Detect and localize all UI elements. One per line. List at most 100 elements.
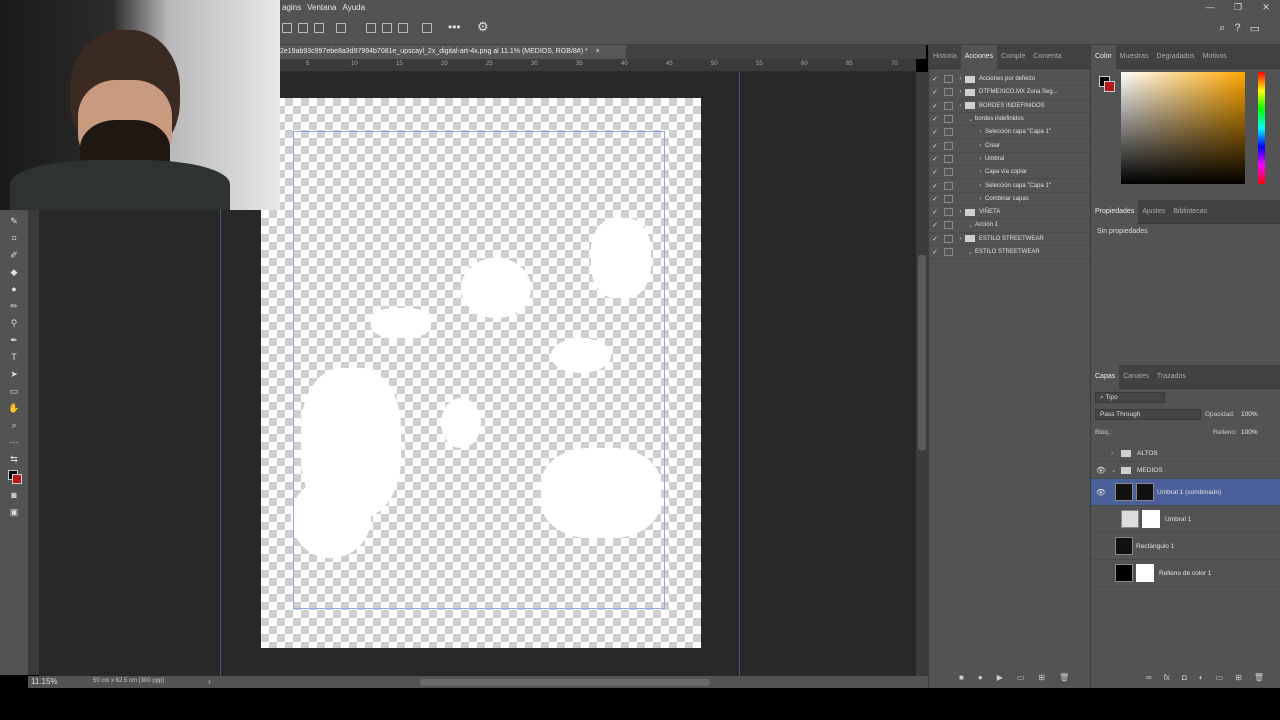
expand-arrow-icon[interactable]: › [956,89,965,95]
menu-ventana[interactable]: Ventana [307,3,336,12]
brush-tool-icon[interactable]: ✏ [8,300,20,312]
layer-name[interactable]: Umbral 1 (combinado) [1157,489,1221,496]
tab-motivos[interactable]: Motivos [1199,45,1231,69]
color-swatch[interactable] [1099,76,1115,92]
align-bottom-icon[interactable] [398,23,408,33]
layer-row[interactable]: Relleno de color 1 [1091,560,1280,587]
help-icon[interactable]: ? [1234,22,1240,35]
tab-comple[interactable]: Comple [997,45,1029,69]
screen-mode-icon[interactable]: ▣ [8,506,20,518]
fill-input[interactable]: 100% [1241,429,1258,436]
eyedropper-tool-icon[interactable]: ✐ [8,249,20,261]
tab-trazados[interactable]: Trazados [1153,365,1190,389]
layer-filter-select[interactable]: ⌕ Tipo [1095,392,1165,403]
check-icon[interactable]: ✓ [929,142,941,150]
mask-icon[interactable]: ◘ [1182,673,1187,682]
action-row[interactable]: ✓ › Acciones por defecto [929,73,1090,87]
blend-mode-select[interactable]: Pass Through [1095,409,1201,420]
dialog-toggle-icon[interactable] [944,208,953,217]
restore-button[interactable]: ❐ [1224,0,1252,15]
visibility-eye-icon[interactable]: 👁 [1091,466,1111,475]
tab-color[interactable]: Color [1091,44,1116,69]
zoom-level[interactable]: 11.15% [31,677,58,686]
minimize-button[interactable]: — [1196,0,1224,15]
layer-row[interactable]: Rectángulo 1 [1091,533,1280,560]
align-left-icon[interactable] [282,23,292,33]
action-row[interactable]: ✓ › ESTILO STREETWEAR [929,233,1090,246]
layer-row[interactable]: 👁 Umbral 1 (combinado) [1091,479,1280,506]
fx-icon[interactable]: fx [1164,673,1170,682]
dialog-toggle-icon[interactable] [944,154,953,163]
gear-icon[interactable]: ⚙ [477,19,489,35]
vertical-scroll-thumb[interactable] [918,255,926,450]
expand-arrow-icon[interactable]: › [976,156,985,162]
trash-icon[interactable]: 🗑 [1059,673,1069,682]
more-tools-icon[interactable]: ⋯ [8,436,20,448]
zoom-tool-icon[interactable]: ⌕ [8,419,20,431]
path-select-tool-icon[interactable]: ➤ [8,368,20,380]
workspace-icon[interactable]: ▭ [1250,22,1260,35]
dialog-toggle-icon[interactable] [944,181,953,190]
fill-thumbnail[interactable] [1115,564,1133,582]
expand-arrow-icon[interactable]: › [976,183,985,189]
dialog-toggle-icon[interactable] [944,194,953,203]
dialog-toggle-icon[interactable] [944,75,953,84]
tab-ajustes[interactable]: Ajustes [1138,200,1169,224]
group-icon[interactable]: ▭ [1216,673,1224,682]
type-tool-icon[interactable]: T [8,351,20,363]
tab-muestras[interactable]: Muestras [1116,45,1153,69]
new-action-icon[interactable]: ⊞ [1038,673,1045,682]
tab-historia[interactable]: Historia [929,45,961,69]
layer-name[interactable]: Relleno de color 1 [1159,570,1211,577]
search-icon[interactable]: ⌕ [1219,22,1225,35]
align-middle-icon[interactable] [382,23,392,33]
quick-mask-icon[interactable]: ◙ [8,489,20,501]
pen-tool-icon[interactable]: ✒ [8,334,20,346]
hand-tool-icon[interactable]: ✋ [8,402,20,414]
quick-select-tool-icon[interactable]: ✎ [8,215,20,227]
adjustment-icon[interactable]: ◐ [1199,673,1204,682]
tab-bibliotecas[interactable]: Bibliotecas [1169,200,1211,224]
action-row[interactable]: ✓ › Umbral [929,153,1090,167]
stop-icon[interactable]: ■ [959,673,964,682]
expand-arrow-icon[interactable]: › [976,143,985,149]
expand-arrow-icon[interactable]: › [956,76,965,82]
status-chevron-icon[interactable]: › [208,677,211,686]
layer-row[interactable]: › ALTOS [1091,445,1280,462]
more-options-icon[interactable]: ••• [448,20,461,34]
tab-acciones[interactable]: Acciones [960,44,998,69]
action-row[interactable]: ✓ ⌄ Acción 1 [929,219,1090,233]
mask-thumbnail[interactable] [1142,510,1160,528]
check-icon[interactable]: ✓ [929,115,941,123]
bucket-tool-icon[interactable]: ◆ [8,266,20,278]
mask-thumbnail[interactable] [1136,564,1154,582]
action-row[interactable]: ✓ › Crear [929,139,1090,153]
tab-degradados[interactable]: Degradados [1153,45,1199,69]
link-icon[interactable]: ∞ [1146,673,1152,682]
action-row[interactable]: ✓ › DTFMEXICO.MX Zona Seg... [929,86,1090,100]
check-icon[interactable]: ✓ [929,102,941,110]
expand-arrow-icon[interactable]: ⌄ [966,222,975,229]
check-icon[interactable]: ✓ [929,128,941,136]
layer-name[interactable]: Rectángulo 1 [1136,543,1174,550]
expand-arrow-icon[interactable]: › [956,209,965,215]
opacity-input[interactable]: 100% [1241,411,1258,418]
expand-arrow-icon[interactable]: › [976,129,985,135]
menu-plugins[interactable]: agins [282,3,301,12]
check-icon[interactable]: ✓ [929,168,941,176]
action-row[interactable]: ✓ ⌄ ESTILO STREETWEAR [929,246,1090,260]
expand-arrow-icon[interactable]: › [956,236,965,242]
dialog-toggle-icon[interactable] [944,128,953,137]
layer-thumbnail[interactable] [1136,483,1154,501]
layer-row[interactable]: 👁 ⌄ MEDIOS [1091,462,1280,479]
distribute-v-icon[interactable] [422,23,432,33]
layer-thumbnail[interactable] [1115,483,1133,501]
check-icon[interactable]: ✓ [929,208,941,216]
layer-name[interactable]: Umbral 1 [1165,516,1191,523]
dialog-toggle-icon[interactable] [944,115,953,124]
check-icon[interactable]: ✓ [929,235,941,243]
check-icon[interactable]: ✓ [929,155,941,163]
close-window-button[interactable]: ✕ [1252,0,1280,15]
crop-tool-icon[interactable]: ⌗ [8,232,20,244]
hue-slider[interactable] [1258,72,1265,184]
